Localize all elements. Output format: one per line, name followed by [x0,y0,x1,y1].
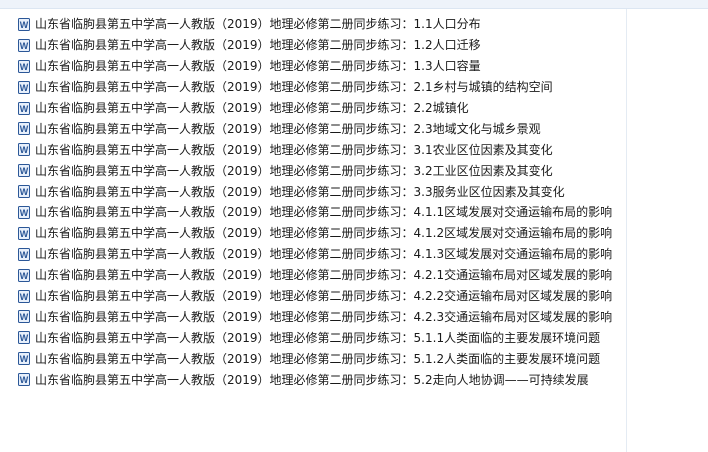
word-document-icon: W [18,17,30,31]
file-name: 山东省临朐县第五中学高一人教版（2019）地理必修第二册同步练习：2.3地域文化… [35,121,541,136]
file-list-item-12[interactable]: W 山东省临朐县第五中学高一人教版（2019）地理必修第二册同步练习：4.1.3… [18,244,618,265]
svg-text:W: W [20,333,29,343]
word-document-icon: W [18,310,30,324]
word-document-icon: W [18,289,30,303]
word-document-icon: W [18,226,30,240]
file-name: 山东省临朐县第五中学高一人教版（2019）地理必修第二册同步练习：4.1.3区域… [35,247,613,262]
word-document-icon: W [18,373,30,387]
word-document-icon: W [18,205,30,219]
svg-text:W: W [20,187,29,197]
file-list-item-13[interactable]: W 山东省临朐县第五中学高一人教版（2019）地理必修第二册同步练习：4.2.1… [18,265,618,286]
preview-pane [627,9,708,452]
file-list-item-2[interactable]: W 山东省临朐县第五中学高一人教版（2019）地理必修第二册同步练习：1.2人口… [18,35,618,56]
word-document-icon: W [18,38,30,52]
file-list-item-10[interactable]: W 山东省临朐县第五中学高一人教版（2019）地理必修第二册同步练习：4.1.1… [18,202,618,223]
svg-text:W: W [20,41,29,51]
word-document-icon: W [18,122,30,136]
file-name: 山东省临朐县第五中学高一人教版（2019）地理必修第二册同步练习：4.1.1区域… [35,205,613,220]
file-name: 山东省临朐县第五中学高一人教版（2019）地理必修第二册同步练习：3.3服务业区… [35,184,565,199]
file-name: 山东省临朐县第五中学高一人教版（2019）地理必修第二册同步练习：4.2.2交通… [35,289,613,304]
file-name: 山东省临朐县第五中学高一人教版（2019）地理必修第二册同步练习：4.2.1交通… [35,268,613,283]
word-document-icon: W [18,268,30,282]
svg-text:W: W [20,208,29,218]
svg-text:W: W [20,124,29,134]
word-document-icon: W [18,331,30,345]
file-name: 山东省临朐县第五中学高一人教版（2019）地理必修第二册同步练习：3.1农业区位… [35,142,553,157]
svg-text:W: W [20,83,29,93]
file-explorer-window: W 山东省临朐县第五中学高一人教版（2019）地理必修第二册同步练习：1.1人口… [0,0,708,452]
svg-text:W: W [20,312,29,322]
file-name: 山东省临朐县第五中学高一人教版（2019）地理必修第二册同步练习：4.2.3交通… [35,309,613,324]
file-list-item-11[interactable]: W 山东省临朐县第五中学高一人教版（2019）地理必修第二册同步练习：4.1.2… [18,223,618,244]
file-name: 山东省临朐县第五中学高一人教版（2019）地理必修第二册同步练习：2.2城镇化 [35,101,469,115]
file-list-item-6[interactable]: W 山东省临朐县第五中学高一人教版（2019）地理必修第二册同步练习：2.3地域… [18,118,618,139]
file-list-item-15[interactable]: W 山东省临朐县第五中学高一人教版（2019）地理必修第二册同步练习：4.2.3… [18,306,618,327]
file-list-item-14[interactable]: W 山东省临朐县第五中学高一人教版（2019）地理必修第二册同步练习：4.2.2… [18,286,618,307]
svg-text:W: W [20,375,29,385]
file-name: 山东省临朐县第五中学高一人教版（2019）地理必修第二册同步练习：1.1人口分布 [35,17,481,32]
file-list-item-3[interactable]: W 山东省临朐县第五中学高一人教版（2019）地理必修第二册同步练习：1.3人口… [18,56,618,77]
word-document-icon: W [18,143,30,157]
svg-text:W: W [20,20,29,30]
word-document-icon: W [18,247,30,261]
file-name: 山东省临朐县第五中学高一人教版（2019）地理必修第二册同步练习：5.2走向人地… [35,372,589,387]
word-document-icon: W [18,101,30,115]
file-list-item-17[interactable]: W 山东省临朐县第五中学高一人教版（2019）地理必修第二册同步练习：5.1.2… [18,348,618,369]
file-list-item-18[interactable]: W 山东省临朐县第五中学高一人教版（2019）地理必修第二册同步练习：5.2走向… [18,369,618,390]
word-document-icon: W [18,352,30,366]
file-list-item-5[interactable]: W 山东省临朐县第五中学高一人教版（2019）地理必修第二册同步练习：2.2城镇… [18,98,618,119]
pane-divider[interactable] [626,9,627,452]
word-document-icon: W [18,164,30,178]
file-list: W 山东省临朐县第五中学高一人教版（2019）地理必修第二册同步练习：1.1人口… [18,14,618,390]
file-list-item-4[interactable]: W 山东省临朐县第五中学高一人教版（2019）地理必修第二册同步练习：2.1乡村… [18,77,618,98]
word-document-icon: W [18,185,30,199]
file-name: 山东省临朐县第五中学高一人教版（2019）地理必修第二册同步练习：2.1乡村与城… [35,80,553,95]
file-list-item-1[interactable]: W 山东省临朐县第五中学高一人教版（2019）地理必修第二册同步练习：1.1人口… [18,14,618,35]
svg-text:W: W [20,229,29,239]
file-list-item-9[interactable]: W 山东省临朐县第五中学高一人教版（2019）地理必修第二册同步练习：3.3服务… [18,181,618,202]
file-name: 山东省临朐县第五中学高一人教版（2019）地理必修第二册同步练习：4.1.2区域… [35,226,613,241]
svg-text:W: W [20,166,29,176]
file-name: 山东省临朐县第五中学高一人教版（2019）地理必修第二册同步练习：5.1.2人类… [35,351,601,366]
svg-text:W: W [20,104,29,114]
file-list-item-7[interactable]: W 山东省临朐县第五中学高一人教版（2019）地理必修第二册同步练习：3.1农业… [18,139,618,160]
file-name: 山东省临朐县第五中学高一人教版（2019）地理必修第二册同步练习：1.3人口容量 [35,59,481,74]
file-list-item-8[interactable]: W 山东省临朐县第五中学高一人教版（2019）地理必修第二册同步练习：3.2工业… [18,160,618,181]
svg-text:W: W [20,62,29,72]
word-document-icon: W [18,59,30,73]
svg-text:W: W [20,271,29,281]
file-list-item-16[interactable]: W 山东省临朐县第五中学高一人教版（2019）地理必修第二册同步练习：5.1.1… [18,327,618,348]
file-name: 山东省临朐县第五中学高一人教版（2019）地理必修第二册同步练习：1.2人口迁移 [35,38,481,53]
svg-text:W: W [20,145,29,155]
window-top-border [0,0,708,9]
svg-text:W: W [20,250,29,260]
word-document-icon: W [18,80,30,94]
svg-text:W: W [20,292,29,302]
file-name: 山东省临朐县第五中学高一人教版（2019）地理必修第二册同步练习：3.2工业区位… [35,163,553,178]
svg-text:W: W [20,354,29,364]
file-name: 山东省临朐县第五中学高一人教版（2019）地理必修第二册同步练习：5.1.1人类… [35,330,601,345]
